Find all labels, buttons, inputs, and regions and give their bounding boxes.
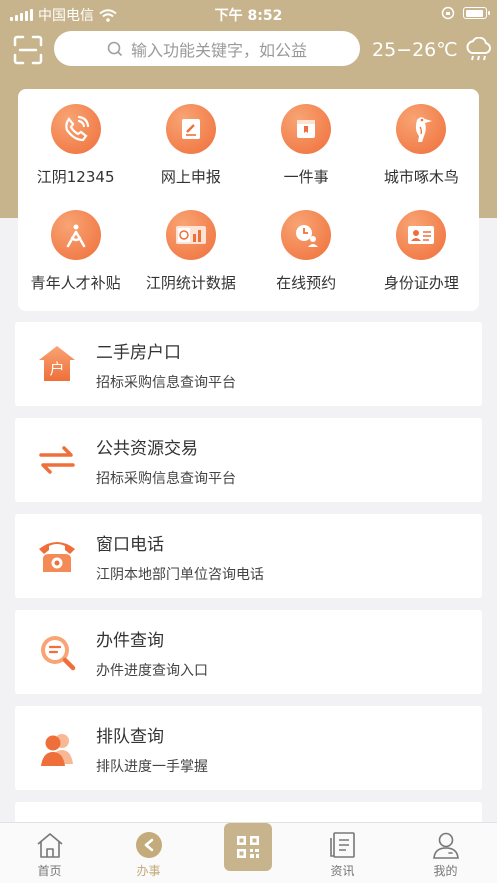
scan-icon [13, 35, 43, 65]
queue-icon [35, 726, 79, 770]
phone-icon [50, 104, 101, 154]
list-item-title: 公共资源交易 [96, 439, 198, 459]
quick-item-youth-subsidy[interactable]: 青年人才补贴 [18, 210, 133, 316]
list-item-subtitle: 招标采购信息查询平台 [96, 471, 236, 487]
quick-item-label: 网上申报 [160, 168, 221, 186]
tab-service[interactable]: 办事 [99, 823, 198, 883]
tab-label: 首页 [37, 864, 62, 878]
list-item-subtitle: 招标采购信息查询平台 [96, 375, 236, 391]
tab-home[interactable]: 首页 [0, 823, 99, 883]
quick-item-online-appointment[interactable]: 在线预约 [249, 210, 364, 316]
woodpecker-icon [396, 104, 447, 154]
quick-item-12345[interactable]: 江阴12345 [18, 104, 133, 210]
qr-code-button[interactable] [224, 823, 272, 871]
qr-code-icon [237, 836, 259, 858]
quick-actions-card: 江阴12345 网上申报 一件事 城市啄木鸟 青年人才补贴 江阴统计数据 在线预… [18, 89, 479, 311]
scan-button[interactable] [12, 34, 44, 66]
tab-bar: 首页 办事 资讯 我的 [0, 822, 497, 883]
youth-icon [50, 210, 101, 260]
quick-item-label: 江阴12345 [36, 168, 115, 186]
telephone-icon [35, 534, 79, 578]
tab-news[interactable]: 资讯 [293, 823, 392, 883]
cloud-rain-icon [466, 37, 491, 61]
list-item-queue-query[interactable]: 排队查询 排队进度一手掌握 [15, 706, 482, 790]
exchange-icon [35, 438, 79, 482]
list-item-title: 窗口电话 [96, 535, 164, 555]
search-icon [107, 41, 123, 56]
status-bar: 中国电信 下午 8:52 [0, 0, 497, 28]
home-icon [36, 833, 63, 858]
status-time: 下午 8:52 [214, 8, 283, 24]
quick-item-label: 青年人才补贴 [30, 274, 121, 292]
orientation-lock-icon [441, 6, 455, 20]
weather-widget[interactable]: 25−26℃ [372, 37, 494, 63]
list-item-window-phone[interactable]: 窗口电话 江阴本地部门单位咨询电话 [15, 514, 482, 598]
list-item-second-hand-house[interactable]: 户 二手房户口 招标采购信息查询平台 [15, 322, 482, 406]
house-icon: 户 [35, 342, 79, 386]
news-icon [329, 832, 355, 858]
statistics-icon [165, 210, 216, 260]
tab-label: 我的 [433, 864, 458, 878]
id-card-icon [396, 210, 447, 260]
edit-doc-icon [165, 104, 216, 154]
tab-profile[interactable]: 我的 [396, 823, 495, 883]
tab-label: 办事 [136, 864, 161, 878]
quick-item-online-declaration[interactable]: 网上申报 [133, 104, 248, 210]
list-item-public-resources[interactable]: 公共资源交易 招标采购信息查询平台 [15, 418, 482, 502]
search-input[interactable]: 输入功能关键字，如公益 [54, 31, 360, 66]
search-placeholder: 输入功能关键字，如公益 [130, 40, 307, 60]
svg-text:户: 户 [49, 360, 64, 378]
list-item-subtitle: 排队进度一手掌握 [96, 759, 208, 775]
list-item-title: 办件查询 [96, 631, 164, 651]
quick-item-label: 一件事 [283, 168, 329, 186]
folder-icon [281, 104, 332, 154]
header: 输入功能关键字，如公益 25−26℃ [0, 28, 497, 86]
list-item-title: 排队查询 [96, 727, 164, 747]
search-doc-icon [35, 630, 79, 674]
quick-item-statistics[interactable]: 江阴统计数据 [133, 210, 248, 316]
quick-item-one-thing[interactable]: 一件事 [249, 104, 364, 210]
weather-temperature: 25−26℃ [372, 39, 458, 61]
service-icon [135, 832, 162, 858]
quick-item-label: 身份证办理 [383, 274, 459, 292]
quick-item-label: 江阴统计数据 [145, 274, 236, 292]
profile-icon [432, 832, 459, 859]
status-right [441, 6, 490, 20]
quick-item-label: 城市啄木鸟 [383, 168, 459, 186]
quick-item-id-card[interactable]: 身份证办理 [364, 210, 479, 316]
service-list: 户 二手房户口 招标采购信息查询平台 公共资源交易 招标采购信息查询平台 窗口电… [15, 322, 482, 883]
list-item-subtitle: 办件进度查询入口 [96, 663, 208, 679]
list-item-case-query[interactable]: 办件查询 办件进度查询入口 [15, 610, 482, 694]
quick-item-woodpecker[interactable]: 城市啄木鸟 [364, 104, 479, 210]
quick-item-label: 在线预约 [276, 274, 337, 292]
appointment-icon [281, 210, 332, 260]
list-item-title: 二手房户口 [96, 343, 181, 363]
list-item-subtitle: 江阴本地部门单位咨询电话 [96, 567, 264, 583]
battery-icon [463, 7, 490, 19]
tab-label: 资讯 [330, 864, 355, 878]
